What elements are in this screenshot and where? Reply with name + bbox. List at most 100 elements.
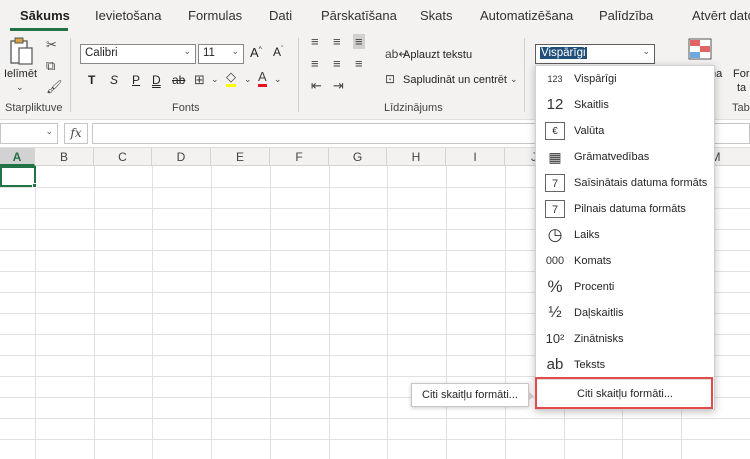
align-center-icon[interactable]: ≡: [333, 56, 341, 71]
increase-indent-icon[interactable]: ⇥: [333, 78, 344, 94]
align-left-icon[interactable]: ≡: [311, 56, 319, 71]
chevron-down-icon[interactable]: ⌄: [211, 74, 219, 85]
format-option-currency[interactable]: € Valūta: [536, 118, 714, 144]
accounting-icon: ▦: [548, 149, 562, 165]
wrap-text-button[interactable]: Aplauzt tekstu: [403, 49, 472, 61]
tab-sakums[interactable]: Sākums: [20, 8, 70, 23]
column-header-b[interactable]: B: [35, 148, 94, 166]
format-option-number[interactable]: 12 Skaitlis: [536, 92, 714, 118]
highlight-box: [535, 377, 713, 409]
cell-styles-label: For: [733, 68, 750, 80]
font-name-select[interactable]: Calibri ⌄: [80, 44, 196, 64]
format-option-label: Vispārīgi: [574, 73, 617, 85]
active-cell[interactable]: [0, 166, 36, 187]
borders-icon[interactable]: ⊞: [194, 72, 205, 88]
bold-button[interactable]: T: [88, 73, 95, 87]
clock-icon: ◷: [547, 225, 563, 244]
insert-function-button[interactable]: fx: [64, 123, 88, 144]
conditional-formatting-icon[interactable]: [688, 38, 712, 60]
format-option-accounting[interactable]: ▦ Grāmatvedības: [536, 144, 714, 170]
currency-icon: €: [545, 122, 565, 140]
name-box[interactable]: ⌄: [0, 123, 58, 144]
paste-label: Ielīmēt: [4, 68, 38, 80]
format-option-label: Komats: [574, 255, 612, 267]
tab-dati[interactable]: Dati: [269, 8, 292, 23]
tab-ievietosana[interactable]: Ievietošana: [95, 8, 162, 23]
copy-icon[interactable]: ⧉: [46, 58, 55, 74]
cut-icon[interactable]: ✂: [46, 37, 57, 53]
column-header-g[interactable]: G: [329, 148, 387, 166]
align-right-icon[interactable]: ≡: [355, 56, 363, 71]
column-header-d[interactable]: D: [152, 148, 211, 166]
italic-button[interactable]: S: [110, 73, 118, 87]
chevron-down-icon[interactable]: ⌄: [274, 74, 282, 85]
alignment-group-label: Līdzinājums: [384, 102, 443, 114]
tab-atvert-dato[interactable]: Atvērt dato: [692, 8, 750, 23]
fx-icon: fx: [70, 126, 82, 140]
tab-formulas[interactable]: Formulas: [188, 8, 242, 23]
format-option-comma[interactable]: 000 Komats: [536, 248, 714, 274]
paste-button[interactable]: [8, 36, 34, 66]
column-header-h[interactable]: H: [387, 148, 446, 166]
number-format-select[interactable]: Vispārīgi ⌄: [535, 44, 655, 64]
tab-skats[interactable]: Skats: [420, 8, 453, 23]
grid-line: [0, 439, 750, 440]
paste-chevron-icon[interactable]: ⌄: [16, 82, 24, 93]
column-header-e[interactable]: E: [211, 148, 270, 166]
format-painter-icon[interactable]: 🖌: [46, 79, 63, 95]
comma-icon: 000: [545, 255, 565, 267]
column-header-f[interactable]: F: [270, 148, 329, 166]
double-underline-button[interactable]: D: [152, 73, 161, 87]
chevron-down-icon[interactable]: ⌄: [244, 74, 252, 85]
calendar-icon: 7: [545, 174, 565, 192]
chevron-down-icon: ⌄: [183, 46, 191, 56]
tab-palidziba[interactable]: Palīdzība: [599, 8, 653, 23]
chevron-down-icon: ⌄: [45, 126, 53, 136]
group-separator: [524, 38, 525, 112]
format-option-long-date[interactable]: 7 Pilnais datuma formāts: [536, 196, 714, 222]
format-option-percent[interactable]: % Procenti: [536, 274, 714, 300]
format-option-scientific[interactable]: 10² Zinātnisks: [536, 326, 714, 352]
fill-color-icon[interactable]: ◇: [226, 70, 236, 87]
column-header-i[interactable]: I: [446, 148, 505, 166]
underline-button[interactable]: P: [132, 73, 140, 87]
percent-icon: %: [547, 277, 563, 296]
format-option-label: Skaitlis: [574, 99, 609, 111]
fill-handle[interactable]: [32, 183, 37, 188]
merge-center-icon[interactable]: ⊡: [385, 72, 395, 86]
merge-center-button[interactable]: Sapludināt un centrēt: [403, 74, 507, 86]
active-tab-indicator: [10, 28, 68, 31]
tab-automatizesana[interactable]: Automatizēšana: [480, 8, 573, 23]
styles-group-label: Tab: [732, 102, 750, 114]
clipboard-group-label: Starpliktuve: [5, 102, 63, 114]
more-formats-tooltip: Citi skaitļu formāti...: [411, 383, 534, 407]
format-option-general[interactable]: 123 Vispārīgi: [536, 66, 714, 92]
shrink-font-icon[interactable]: Aˇ: [273, 45, 283, 59]
number-format-icon: 12: [546, 96, 564, 113]
number-format-value: Vispārīgi: [540, 47, 587, 59]
align-middle-icon[interactable]: ≡: [333, 34, 341, 49]
general-format-icon: 123: [547, 74, 563, 84]
column-header-c[interactable]: C: [94, 148, 152, 166]
format-option-short-date[interactable]: 7 Saīsinātais datuma formāts: [536, 170, 714, 196]
calendar-icon: 7: [545, 200, 565, 218]
format-option-time[interactable]: ◷ Laiks: [536, 222, 714, 248]
number-format-dropdown: 123 Vispārīgi 12 Skaitlis € Valūta ▦ Grā…: [535, 65, 715, 410]
tab-parskatisana[interactable]: Pārskatīšana: [321, 8, 397, 23]
strikethrough-button[interactable]: ab: [172, 73, 185, 87]
column-header-a[interactable]: A: [0, 148, 35, 166]
font-size-select[interactable]: 11 ⌄: [198, 44, 244, 64]
group-separator: [298, 38, 299, 112]
chevron-down-icon[interactable]: ⌄: [510, 74, 518, 85]
align-bottom-icon[interactable]: ≡: [353, 34, 365, 49]
tooltip-label: Citi skaitļu formāti...: [422, 389, 518, 401]
font-color-icon[interactable]: A: [258, 70, 267, 87]
grow-font-icon[interactable]: A^: [250, 45, 262, 60]
format-option-fraction[interactable]: ½ Daļskaitlis: [536, 300, 714, 326]
format-option-text[interactable]: ab Teksts: [536, 352, 714, 378]
format-option-label: Pilnais datuma formāts: [574, 203, 686, 215]
align-top-icon[interactable]: ≡: [311, 34, 319, 49]
format-option-label: Laiks: [574, 229, 600, 241]
grid-line: [0, 418, 750, 419]
decrease-indent-icon[interactable]: ⇤: [311, 78, 322, 94]
